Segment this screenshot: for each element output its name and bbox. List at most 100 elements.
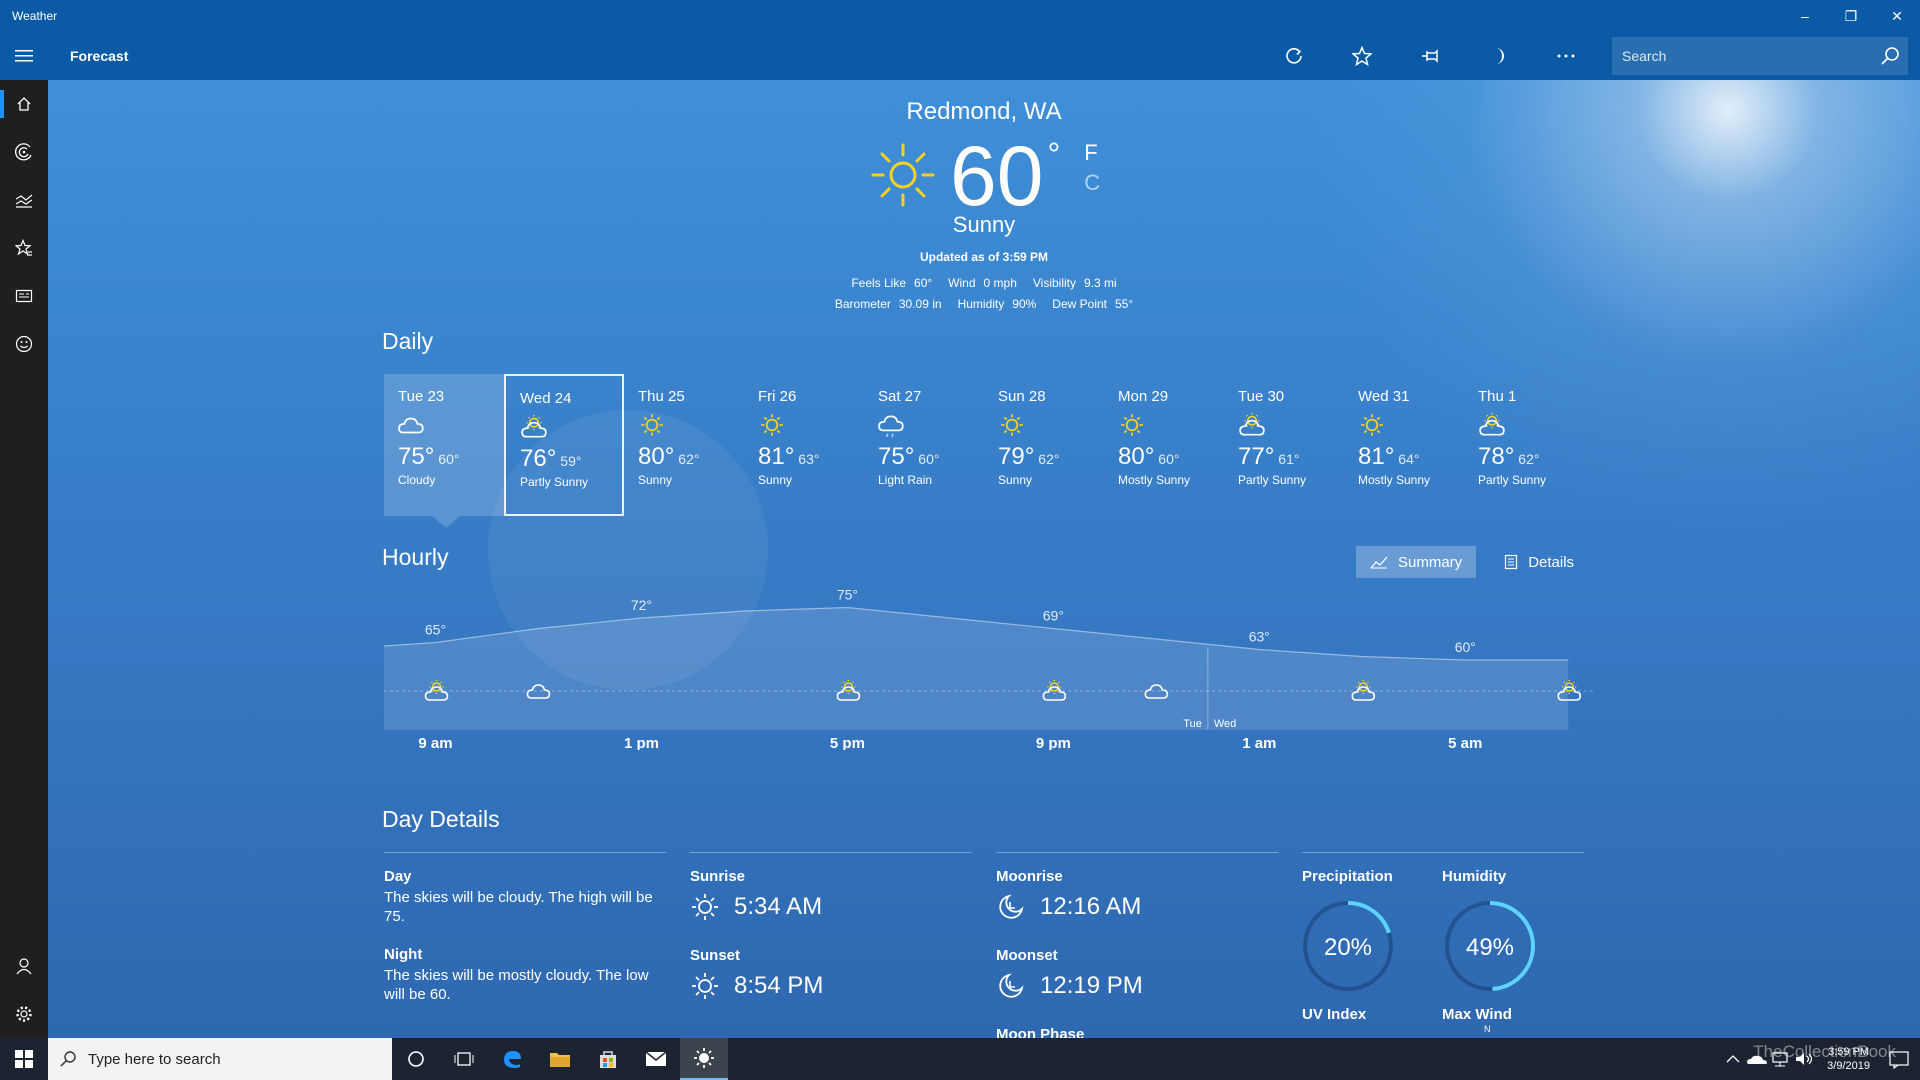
hourly-temp-label: 65° [425, 622, 446, 638]
hourly-temp-label: 75° [837, 590, 858, 603]
rail-bottom [0, 942, 48, 1038]
daily-forecast-strip: Tue 23 75° 60° Cloudy Wed 24 76° 59° Partl… [384, 374, 1584, 516]
more-button[interactable] [1532, 32, 1600, 80]
fahrenheit-toggle[interactable]: F [1084, 140, 1100, 166]
nav-news[interactable] [0, 272, 48, 320]
nav-historical[interactable] [0, 176, 48, 224]
places-icon [15, 239, 32, 256]
sun-icon [1118, 411, 1224, 441]
search-box [1612, 37, 1908, 75]
high-temp: 79° [998, 443, 1035, 470]
stat-label: Humidity [957, 297, 1005, 311]
summary-button[interactable]: Summary [1356, 546, 1477, 578]
moonrise-icon [999, 894, 1024, 919]
nav-places[interactable] [0, 224, 48, 272]
restore-button[interactable]: ❐ [1828, 0, 1874, 32]
store-icon [600, 1051, 616, 1068]
forecast-page: Redmond, WA 60 ° F C Sunny Updated as of… [48, 80, 1920, 1038]
hourly-time-label: 1 am [1242, 735, 1276, 750]
mail-icon [645, 1051, 667, 1066]
dark-mode-button[interactable] [1464, 32, 1532, 80]
stat-item: Visibility 9.3 mi [1033, 276, 1117, 290]
home-icon [17, 97, 31, 111]
refresh-button[interactable] [1260, 32, 1328, 80]
daily-item[interactable]: Wed 31 81° 64° Mostly Sunny [1344, 374, 1464, 516]
moonrise-time: 12:16 AM [1040, 893, 1142, 920]
hourly-temp-label: 72° [631, 597, 652, 613]
nav-forecast[interactable] [0, 80, 48, 128]
daily-item[interactable]: Mon 29 80° 60° Mostly Sunny [1104, 374, 1224, 516]
daily-item[interactable]: Thu 25 80° 62° Sunny [624, 374, 744, 516]
hourly-temp-label: 69° [1043, 608, 1064, 624]
search-button[interactable] [1872, 37, 1908, 75]
edge-icon [504, 1051, 521, 1068]
hourly-time-label: 5 pm [830, 735, 865, 750]
high-temp: 80° [1118, 443, 1155, 470]
day-name: Tue 23 [398, 388, 445, 405]
start-button[interactable] [0, 1038, 48, 1080]
pin-button[interactable] [1396, 32, 1464, 80]
more-icon [1557, 54, 1575, 58]
hourly-temp-label: 63° [1249, 629, 1270, 645]
daily-item[interactable]: Fri 26 81° 63° Sunny [744, 374, 864, 516]
feedback-icon [15, 335, 33, 353]
store-button[interactable] [584, 1038, 632, 1080]
hourly-time-label: 5 am [1448, 735, 1482, 750]
daily-item[interactable]: Tue 23 75° 60° Cloudy [384, 374, 504, 516]
folder-icon [550, 1053, 570, 1067]
stats-row-2: Barometer 30.09 in Humidity 90% Dew Point 55° [48, 297, 1920, 311]
nav-feedback[interactable] [0, 320, 48, 368]
sunrise-icon [692, 894, 718, 920]
edge-button[interactable] [488, 1038, 536, 1080]
daily-item[interactable]: Sun 28 79° 62° Sunny [984, 374, 1104, 516]
low-temp: 61° [1278, 451, 1300, 467]
hamburger-icon [15, 50, 33, 62]
sun-icon [1358, 411, 1464, 441]
hourly-view-toggle: Summary Details [1342, 546, 1588, 578]
sun-icon [871, 143, 935, 207]
hourly-time-label: 9 pm [1036, 735, 1071, 750]
daily-item[interactable]: Tue 30 77° 61° Partly Sunny [1224, 374, 1344, 516]
task-view-button[interactable] [440, 1038, 488, 1080]
search-input[interactable] [1612, 48, 1872, 64]
weather-app-button[interactable] [680, 1038, 728, 1080]
file-explorer-button[interactable] [536, 1038, 584, 1080]
favorite-button[interactable] [1328, 32, 1396, 80]
details-button[interactable]: Details [1490, 546, 1588, 578]
mail-button[interactable] [632, 1038, 680, 1080]
cortana-button[interactable] [392, 1038, 440, 1080]
day-condition: Sunny [638, 473, 673, 487]
sunrise-time-row: 5:34 AM [690, 892, 822, 922]
sunset-icon [692, 973, 718, 999]
moon-phase-label: Moon Phase [996, 1026, 1085, 1038]
close-button[interactable]: ✕ [1874, 0, 1920, 32]
celsius-toggle[interactable]: C [1084, 170, 1100, 196]
watermark: TheCollectionBook [1753, 1042, 1896, 1061]
stat-item: Barometer 30.09 in [835, 297, 942, 311]
daily-item[interactable]: Sat 27 75° 60° Light Rain [864, 374, 984, 516]
daily-item[interactable]: Thu 1 78° 62° Partly Sunny [1464, 374, 1584, 516]
high-temp: 76° [520, 445, 557, 472]
rain-icon [878, 411, 984, 441]
sunset-time: 8:54 PM [734, 972, 824, 999]
daily-item[interactable]: Wed 24 76° 59° Partly Sunny [504, 374, 624, 516]
stat-value: 90% [1012, 297, 1037, 311]
dark-mode-icon [1496, 48, 1504, 64]
day-name: Sat 27 [878, 388, 922, 405]
taskbar-search[interactable]: Type here to search [48, 1038, 392, 1080]
hourly-time-label: 1 pm [624, 735, 659, 750]
chevron-up-icon[interactable] [1721, 1052, 1745, 1066]
task-view-icon [454, 1052, 474, 1066]
favorite-icon [1352, 46, 1372, 66]
hamburger-menu-button[interactable] [0, 32, 48, 80]
nav-account[interactable] [0, 942, 48, 990]
maps-icon [15, 143, 32, 161]
system-tray: 3:59 PM 3/9/2019 TheCollectionBook [1721, 1038, 1920, 1080]
minimize-button[interactable]: – [1782, 0, 1828, 32]
account-icon [16, 958, 32, 975]
nav-maps[interactable] [0, 128, 48, 176]
day-condition: Mostly Sunny [1118, 473, 1191, 487]
moonrise-label: Moonrise [996, 868, 1063, 885]
search-icon [1881, 47, 1899, 65]
nav-settings[interactable] [0, 990, 48, 1038]
